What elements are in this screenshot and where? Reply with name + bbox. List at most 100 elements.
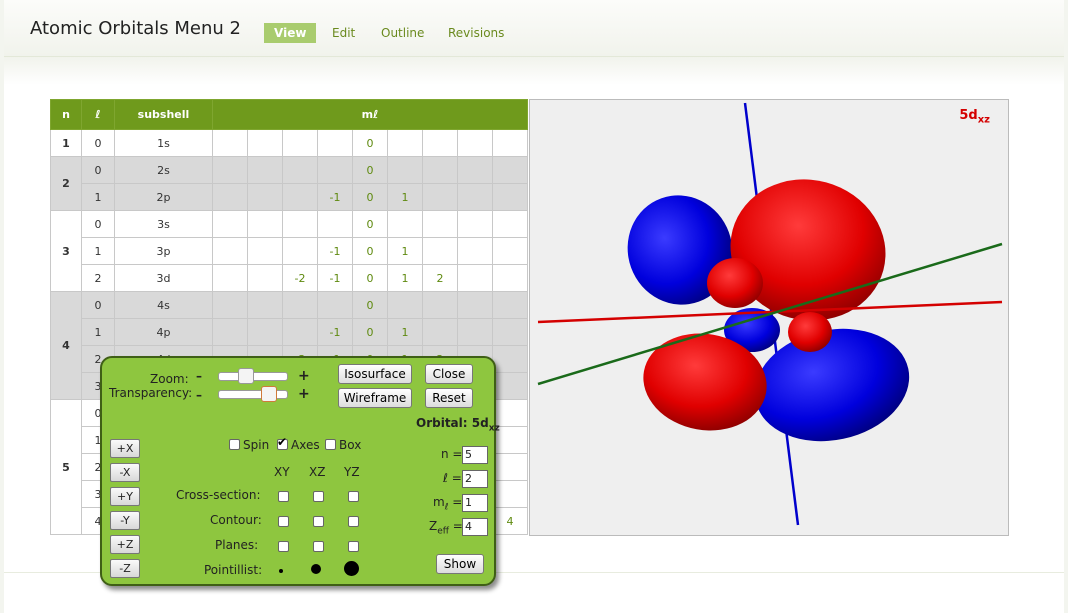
cell-ml	[457, 237, 493, 265]
tab-revisions[interactable]: Revisions	[438, 23, 514, 43]
cell-ml	[492, 237, 528, 265]
isosurface-button[interactable]: Isosurface	[338, 364, 412, 384]
cell-subshell[interactable]: 4p	[114, 318, 213, 346]
header-shadow	[4, 57, 1064, 85]
cell-ml	[317, 129, 353, 157]
cell-n: 5	[50, 399, 82, 535]
wireframe-button[interactable]: Wireframe	[338, 388, 412, 408]
transparency-slider-thumb[interactable]	[261, 386, 277, 402]
cell-ml	[387, 210, 423, 238]
cell-ml	[282, 291, 318, 319]
rotate-plus-y-button[interactable]: +Y	[110, 487, 140, 506]
cell-ml[interactable]: 2	[422, 264, 458, 292]
zeff-input[interactable]: 4	[462, 518, 488, 536]
planes-yz-checkbox[interactable]	[348, 541, 359, 552]
pointillist-large-option[interactable]	[344, 561, 359, 576]
cell-ml[interactable]: 0	[352, 129, 388, 157]
column-xy: XY	[274, 465, 290, 479]
cross-section-xy-checkbox[interactable]	[278, 491, 289, 502]
box-checkbox[interactable]	[325, 439, 336, 450]
cell-subshell[interactable]: 4s	[114, 291, 213, 319]
cell-subshell[interactable]: 3s	[114, 210, 213, 238]
reset-button[interactable]: Reset	[425, 388, 473, 408]
rotate-plus-z-button[interactable]: +Z	[110, 535, 140, 554]
tab-view[interactable]: View	[264, 23, 317, 43]
n-input[interactable]: 5	[462, 446, 488, 464]
spin-checkbox[interactable]	[229, 439, 240, 450]
zoom-slider[interactable]	[218, 368, 288, 384]
cell-n: 4	[50, 291, 82, 400]
zoom-slider-thumb[interactable]	[238, 368, 254, 384]
table-row: 2 3d -2 -1 0 1 2	[51, 264, 528, 292]
cross-section-xz-checkbox[interactable]	[313, 491, 324, 502]
cell-ml[interactable]: -1	[317, 264, 353, 292]
transparency-slider[interactable]	[218, 386, 288, 402]
cell-ml[interactable]: -1	[317, 318, 353, 346]
cell-ml	[387, 156, 423, 184]
axes-checkbox[interactable]	[277, 435, 288, 450]
cell-ml[interactable]: 4	[492, 507, 528, 535]
cell-ml[interactable]: 1	[387, 183, 423, 211]
cell-ml	[212, 237, 248, 265]
cell-ml	[247, 183, 283, 211]
transparency-minus-icon[interactable]: –	[196, 388, 202, 402]
table-row: 4 0 4s 0	[50, 291, 528, 400]
cell-ml[interactable]: -1	[317, 237, 353, 265]
zoom-minus-icon[interactable]: –	[196, 369, 202, 383]
pointillist-medium-option[interactable]	[311, 564, 321, 574]
cell-ml	[282, 183, 318, 211]
cell-ml	[492, 345, 528, 373]
cell-ml	[247, 264, 283, 292]
cell-ml[interactable]: -2	[282, 264, 318, 292]
n-label: n =	[441, 447, 463, 461]
cell-ml	[212, 210, 248, 238]
rotate-minus-x-button[interactable]: -X	[110, 463, 140, 482]
close-button[interactable]: Close	[425, 364, 473, 384]
cell-ml[interactable]: -1	[317, 183, 353, 211]
ml-input[interactable]: 1	[462, 494, 488, 512]
cell-subshell[interactable]: 3p	[114, 237, 213, 265]
cross-section-yz-checkbox[interactable]	[348, 491, 359, 502]
cell-subshell[interactable]: 2s	[114, 156, 213, 184]
rotate-minus-z-button[interactable]: -Z	[110, 559, 140, 578]
planes-xz-checkbox[interactable]	[313, 541, 324, 552]
cell-ml[interactable]: 0	[352, 210, 388, 238]
show-button[interactable]: Show	[436, 554, 484, 574]
orbital-3d-viewer[interactable]: 5dxz	[529, 99, 1009, 536]
cell-ml[interactable]: 0	[352, 183, 388, 211]
cell-subshell[interactable]: 1s	[114, 129, 213, 157]
contour-label: Contour:	[210, 513, 262, 527]
cell-ml[interactable]: 0	[352, 318, 388, 346]
cell-ml	[492, 210, 528, 238]
cell-ml	[492, 480, 528, 508]
cell-ml[interactable]: 0	[352, 237, 388, 265]
rotate-plus-x-button[interactable]: +X	[110, 439, 140, 458]
cell-ml	[247, 129, 283, 157]
cell-ml	[212, 318, 248, 346]
cell-ml[interactable]: 0	[352, 291, 388, 319]
cell-subshell[interactable]: 3d	[114, 264, 213, 292]
cell-l: 0	[81, 129, 115, 157]
cell-ml	[457, 210, 493, 238]
rotate-minus-y-button[interactable]: -Y	[110, 511, 140, 530]
table-row: 1 2p -1 0 1	[51, 183, 528, 211]
tab-edit[interactable]: Edit	[322, 23, 365, 43]
ml-label: mℓ =	[433, 495, 463, 513]
pointillist-small-option[interactable]	[279, 569, 283, 573]
cell-ml[interactable]: 1	[387, 237, 423, 265]
contour-xz-checkbox[interactable]	[313, 516, 324, 527]
tab-outline[interactable]: Outline	[371, 23, 434, 43]
cell-ml	[492, 183, 528, 211]
cell-subshell[interactable]: 2p	[114, 183, 213, 211]
cell-ml[interactable]: 0	[352, 156, 388, 184]
contour-yz-checkbox[interactable]	[348, 516, 359, 527]
cell-ml[interactable]: 0	[352, 264, 388, 292]
contour-xy-checkbox[interactable]	[278, 516, 289, 527]
zoom-plus-icon[interactable]: +	[298, 368, 310, 384]
planes-xy-checkbox[interactable]	[278, 541, 289, 552]
cell-ml[interactable]: 1	[387, 264, 423, 292]
cell-ml[interactable]: 1	[387, 318, 423, 346]
cell-ml	[282, 156, 318, 184]
transparency-plus-icon[interactable]: +	[298, 386, 310, 402]
l-input[interactable]: 2	[462, 470, 488, 488]
